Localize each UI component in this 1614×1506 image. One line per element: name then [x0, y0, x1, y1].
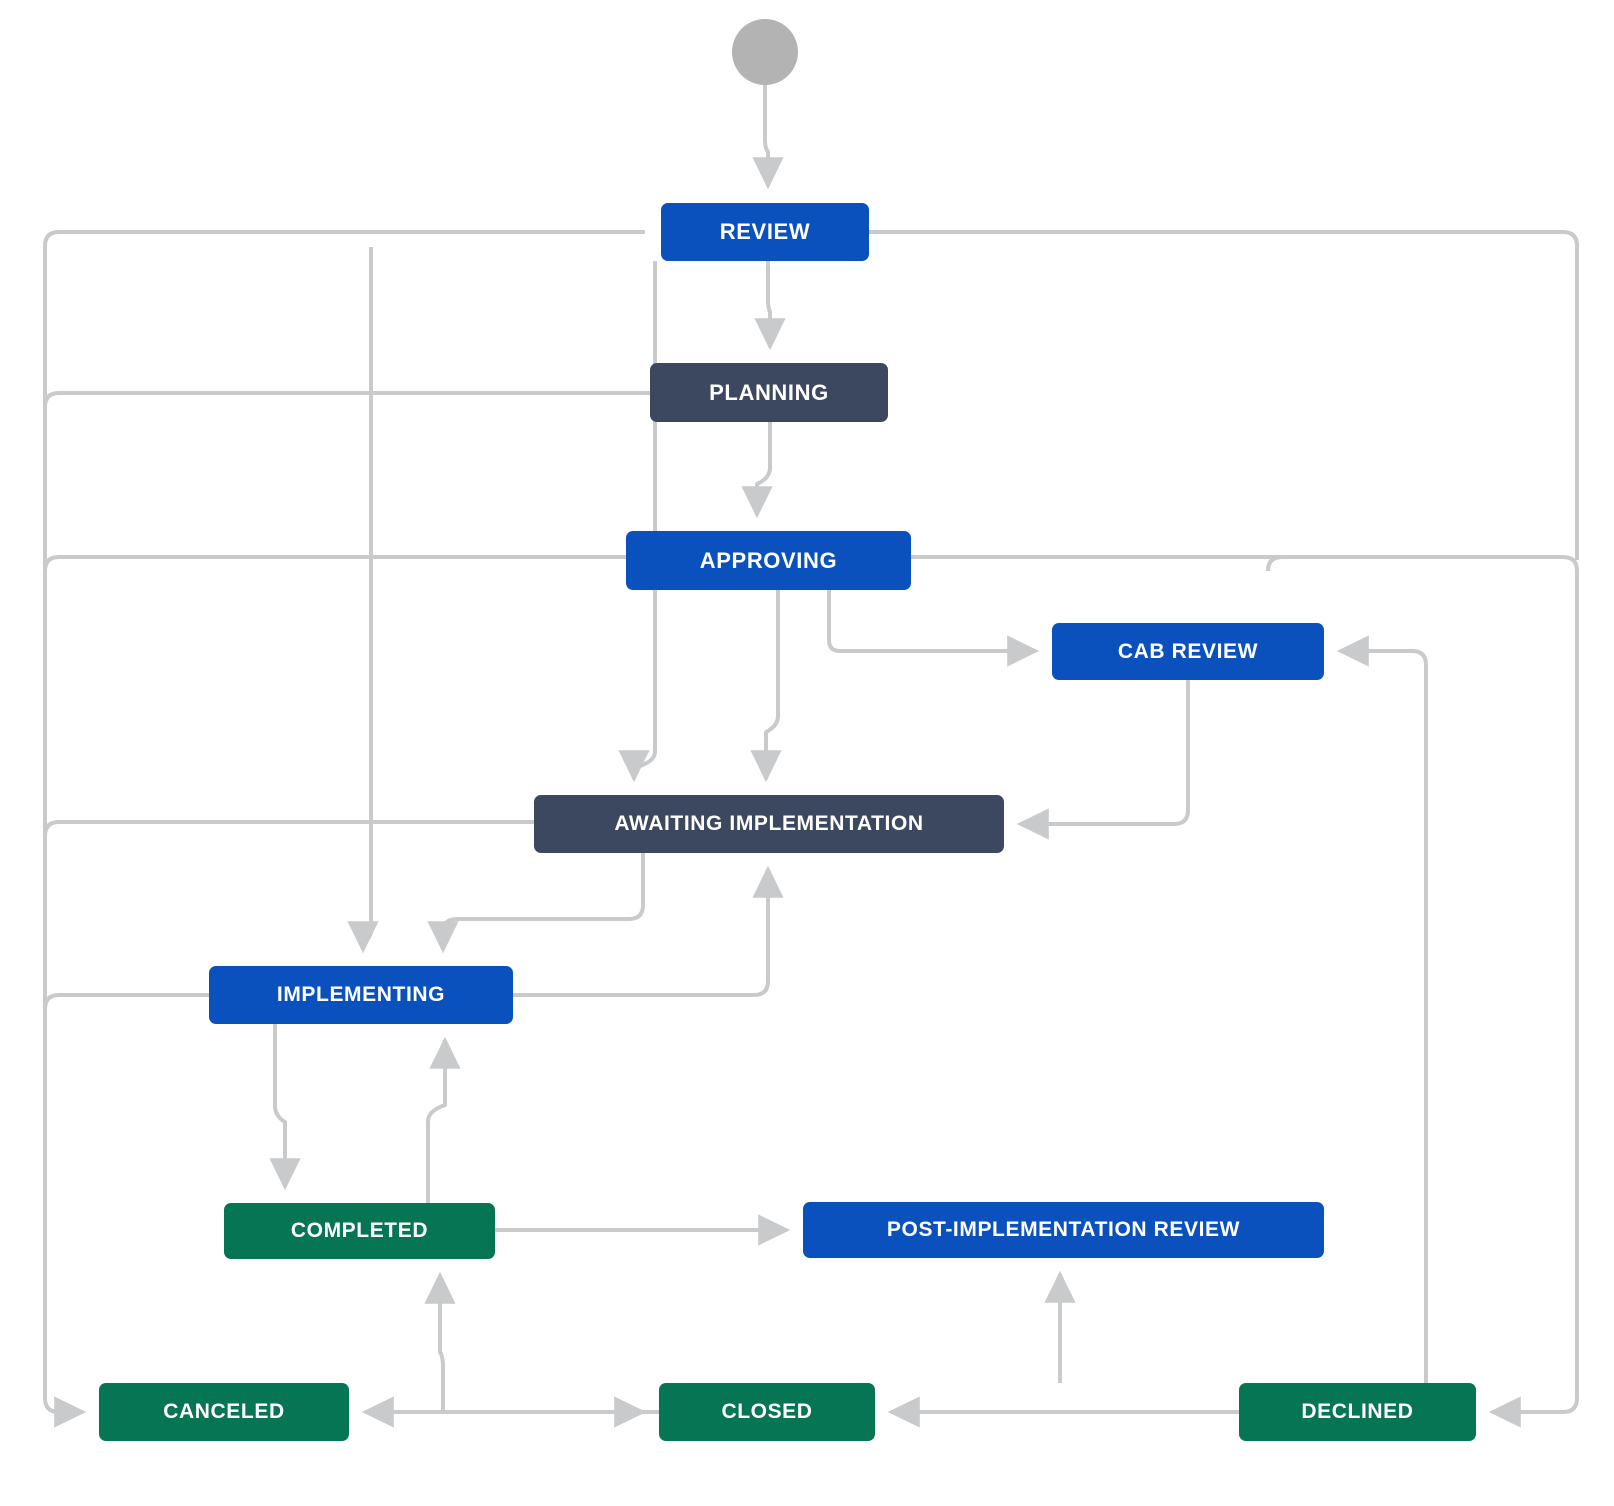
start-node — [732, 19, 798, 85]
node-completed[interactable]: COMPLETED — [224, 1203, 495, 1259]
node-approving-label: APPROVING — [699, 547, 838, 573]
node-completed-label: COMPLETED — [290, 1219, 429, 1242]
node-awaiting-implementation[interactable]: AWAITING IMPLEMENTATION — [534, 795, 1004, 853]
edge-review-to-implementing — [347, 247, 379, 954]
node-declined-label: DECLINED — [1301, 1400, 1414, 1423]
edge-approving-to-cab-review — [827, 590, 1040, 667]
node-planning-label: PLANNING — [709, 379, 829, 405]
node-review-label: REVIEW — [719, 219, 811, 244]
edge-planning-to-approving — [741, 422, 773, 519]
node-cab-review[interactable]: CAB REVIEW — [1052, 623, 1324, 680]
edge-declined-to-cab-review — [1336, 635, 1428, 1383]
node-cab-review-label: CAB REVIEW — [1117, 639, 1259, 663]
edge-implementing-to-canceled — [43, 993, 209, 1022]
node-canceled[interactable]: CANCELED — [99, 1383, 349, 1441]
node-closed-label: CLOSED — [721, 1400, 813, 1423]
node-declined[interactable]: DECLINED — [1239, 1383, 1476, 1441]
edge-start-to-review — [752, 85, 784, 190]
edge-awaiting-to-implementing — [427, 853, 645, 954]
node-canceled-label: CANCELED — [163, 1400, 285, 1423]
node-awaiting-implementation-label: AWAITING IMPLEMENTATION — [614, 812, 924, 835]
edge-awaiting-to-canceled — [43, 820, 534, 849]
edge-completed-to-implementing — [426, 1036, 461, 1203]
edge-cab-review-to-awaiting — [1016, 680, 1190, 840]
node-review[interactable]: REVIEW — [661, 203, 869, 261]
node-planning[interactable]: PLANNING — [650, 363, 888, 422]
edge-implementing-to-awaiting — [513, 865, 784, 997]
edge-review-to-planning — [754, 261, 786, 351]
node-post-implementation-review[interactable]: POST-IMPLEMENTATION REVIEW — [803, 1202, 1324, 1258]
node-implementing[interactable]: IMPLEMENTING — [209, 966, 513, 1024]
node-closed[interactable]: CLOSED — [659, 1383, 875, 1441]
node-approving[interactable]: APPROVING — [626, 531, 911, 590]
edge-implementing-to-completed — [269, 1024, 301, 1191]
edge-planning-to-canceled — [43, 391, 650, 420]
edge-review-to-awaiting — [618, 261, 657, 783]
edge-closed-to-completed — [424, 1271, 456, 1412]
node-implementing-label: IMPLEMENTING — [276, 983, 446, 1006]
edge-right-bus-to-cab-review — [1266, 555, 1563, 572]
edge-approving-to-canceled — [43, 555, 626, 584]
node-post-implementation-review-label: POST-IMPLEMENTATION REVIEW — [886, 1218, 1241, 1241]
edge-review-to-declined — [869, 230, 1579, 560]
workflow-diagram: REVIEW PLANNING APPROVING CAB REVIEW AWA… — [0, 0, 1614, 1506]
edge-approving-to-declined — [911, 555, 1579, 1428]
edge-approving-to-awaiting — [750, 590, 782, 783]
